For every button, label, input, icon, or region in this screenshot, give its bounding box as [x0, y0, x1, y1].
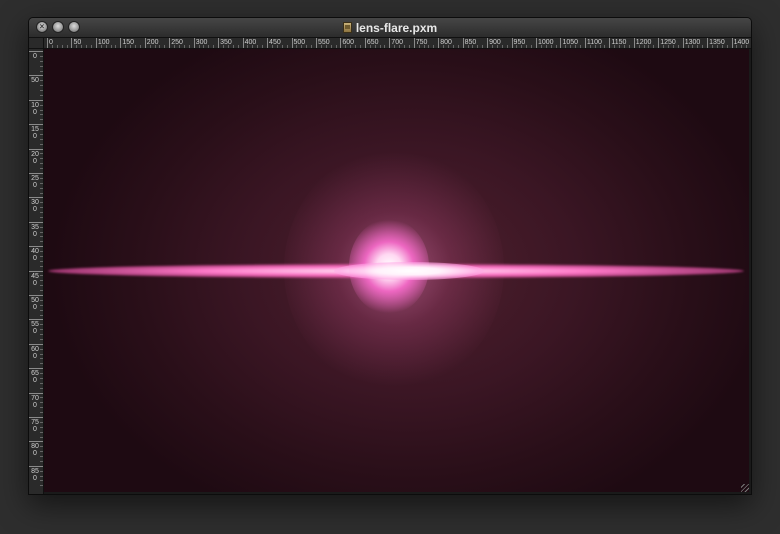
ruler-tick: [29, 221, 43, 223]
document-icon: [342, 22, 352, 33]
ruler-tick: [29, 295, 43, 296]
ruler-tick: [682, 38, 684, 48]
ruler-label: 300: [31, 199, 39, 214]
window-title: lens-flare.pxm: [355, 20, 438, 35]
ruler-label: 350: [31, 223, 39, 238]
ruler-label: 350: [220, 39, 232, 46]
ruler-label: 650: [31, 370, 39, 385]
ruler-tick: [47, 38, 48, 48]
ruler-tick: [364, 38, 366, 48]
ruler-label: 900: [489, 39, 501, 46]
window-title-group: lens-flare.pxm: [29, 18, 751, 37]
ruler-label: 500: [31, 297, 39, 311]
ruler-label: 850: [464, 39, 477, 46]
ruler-label: 600: [342, 39, 355, 46]
ruler-tick: [315, 38, 317, 48]
ruler-tick: [29, 51, 43, 52]
ruler-tick: [731, 38, 733, 48]
ruler-tick: [29, 124, 43, 126]
ruler-tick: [29, 197, 43, 199]
ruler-label: 450: [269, 39, 281, 46]
ruler-tick: [29, 465, 43, 467]
ruler-tick: [29, 343, 43, 345]
ruler-tick: [291, 38, 293, 48]
ruler-label: 150: [31, 126, 39, 141]
ruler-tick: [120, 38, 122, 48]
ruler-label: 750: [31, 419, 39, 433]
ruler-label: 200: [31, 150, 39, 165]
ruler-label: 550: [317, 39, 330, 46]
ruler-tick: [413, 38, 415, 48]
flare-center-streak: [334, 262, 484, 280]
ruler-label: 700: [391, 39, 403, 46]
ruler-tick: [169, 38, 171, 48]
ruler-label: 250: [31, 175, 39, 189]
ruler-tick: [193, 38, 195, 48]
ruler-label: 450: [31, 272, 39, 287]
resize-grip-icon[interactable]: [741, 484, 749, 492]
ruler-label: 750: [415, 39, 428, 46]
ruler-tick: [658, 38, 660, 48]
ruler-label: 150: [122, 39, 135, 46]
ruler-tick: [29, 99, 43, 101]
ruler-label: 950: [513, 39, 526, 46]
ruler-tick: [29, 392, 43, 394]
ruler-label: 100: [97, 39, 110, 46]
ruler-tick: [511, 38, 513, 48]
ruler-label: 200: [146, 39, 159, 46]
ruler-tick: [633, 38, 635, 48]
ruler-tick: [29, 148, 43, 150]
ruler-corner[interactable]: [29, 38, 44, 49]
ruler-tick: [71, 38, 73, 48]
ruler-tick: [29, 319, 43, 321]
ruler-label: 400: [31, 248, 39, 263]
ruler-tick: [29, 173, 43, 174]
ruler-label: 0: [33, 53, 37, 60]
horizontal-ruler[interactable]: 0 50 100 150 200 250 300 350 400 450 500 550 600 650 7…: [44, 38, 751, 49]
ruler-tick: [242, 38, 244, 48]
ruler-label: 250: [171, 39, 183, 46]
ruler-tick: [536, 38, 537, 48]
document-window: × lens-flare.pxm 0 50 100 150 200 250 300 350 40…: [28, 17, 752, 495]
ruler-tick: [29, 441, 43, 443]
ruler-tick: [95, 38, 97, 48]
ruler-label: 650: [366, 39, 379, 46]
ruler-label: 50: [73, 39, 82, 46]
ruler-tick: [144, 38, 146, 48]
ruler-tick: [340, 38, 342, 48]
image-canvas[interactable]: [44, 49, 749, 492]
ruler-tick: [267, 38, 269, 48]
ruler-tick: [487, 38, 489, 48]
ruler-tick: [584, 38, 586, 48]
ruler-tick: [29, 270, 43, 272]
ruler-tick: [462, 38, 464, 48]
ruler-tick: [218, 38, 220, 48]
ruler-tick: [389, 38, 391, 48]
ruler-tick: [29, 246, 43, 248]
ruler-label: 700: [31, 394, 39, 409]
ruler-label: 500: [293, 39, 306, 46]
ruler-label: 850: [31, 467, 39, 482]
ruler-label: 550: [31, 321, 39, 336]
ruler-tick: [560, 38, 562, 48]
ruler-tick: [438, 38, 440, 48]
ruler-tick: [29, 417, 43, 418]
ruler-label: 100: [31, 101, 39, 116]
ruler-tick: [609, 38, 611, 48]
ruler-label: 800: [31, 443, 39, 458]
title-bar[interactable]: × lens-flare.pxm: [29, 18, 751, 38]
ruler-tick: [29, 368, 43, 370]
ruler-label: 50: [31, 77, 39, 85]
ruler-label: 400: [244, 39, 257, 46]
ruler-tick: [707, 38, 709, 48]
ruler-label: 800: [440, 39, 452, 46]
ruler-label: 600: [31, 345, 39, 360]
ruler-label: 300: [195, 39, 208, 46]
ruler-tick: [29, 75, 43, 77]
vertical-ruler[interactable]: 0 50 100 150 200 250 300 350 400 450 500 550 600 650 7…: [29, 49, 44, 494]
